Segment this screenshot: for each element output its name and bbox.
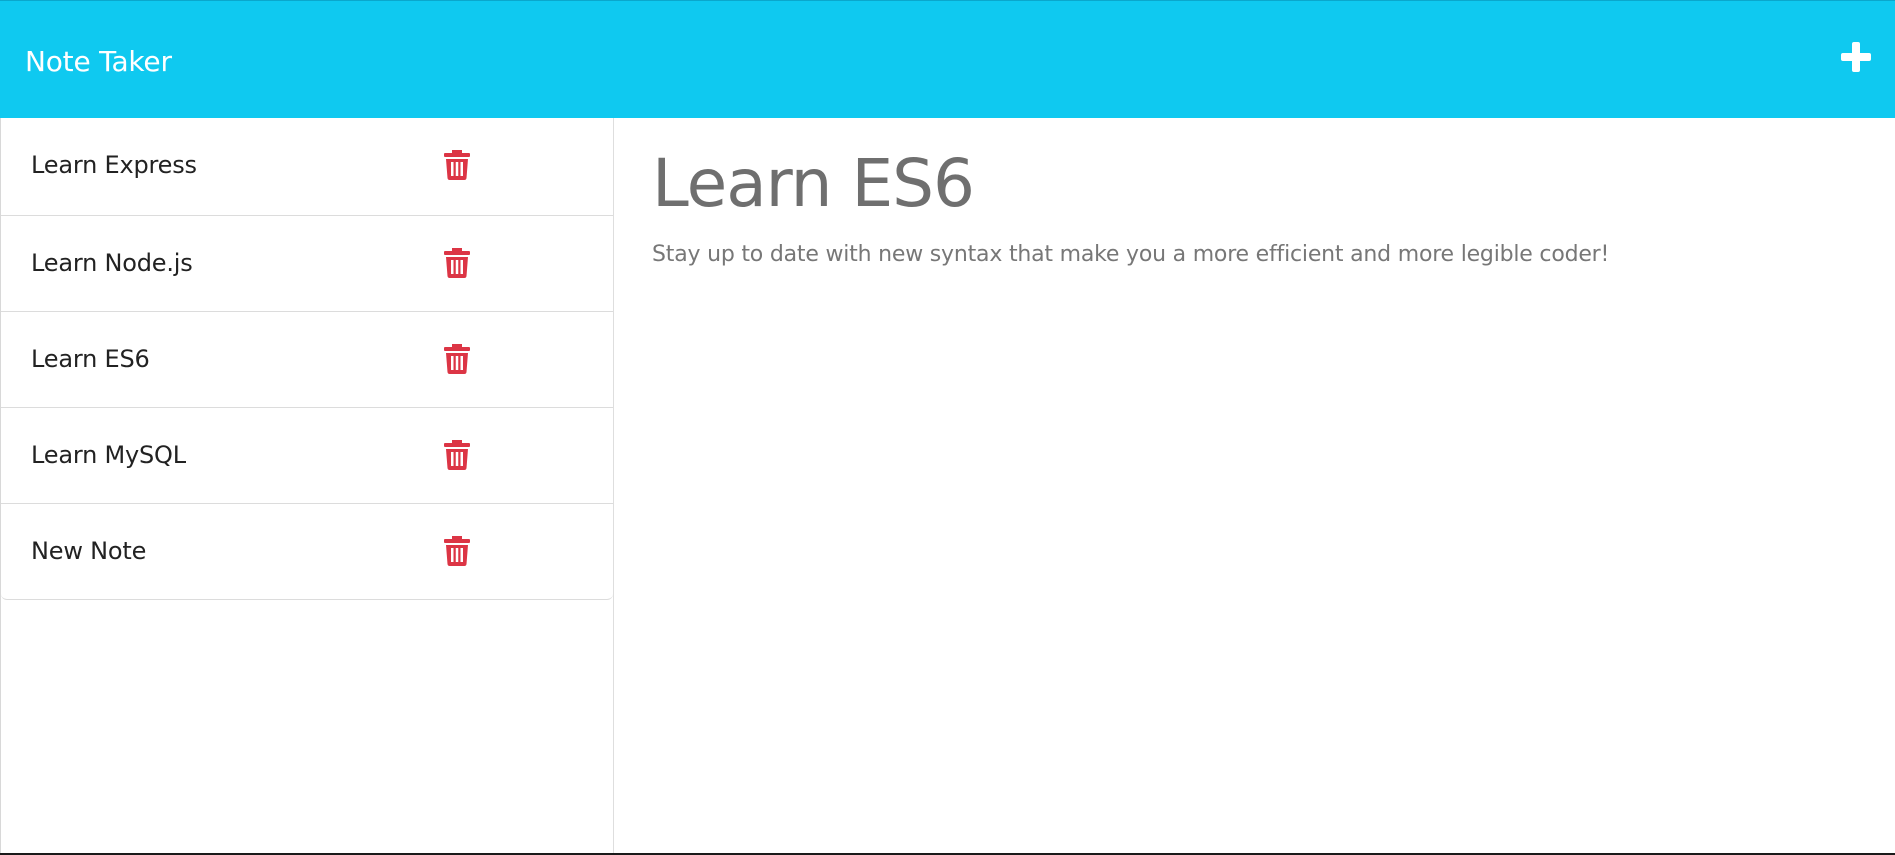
note-item-learn-express[interactable]: Learn Express (1, 118, 613, 215)
note-item-learn-es6[interactable]: Learn ES6 (1, 311, 613, 407)
note-text-area[interactable]: Stay up to date with new syntax that mak… (652, 240, 1852, 800)
note-title-input[interactable] (652, 142, 1852, 226)
note-item-title[interactable]: Learn ES6 (31, 344, 150, 374)
note-item-title[interactable]: Learn Node.js (31, 248, 193, 278)
note-editor: Stay up to date with new syntax that mak… (614, 118, 1895, 855)
app-title[interactable]: Note Taker (25, 45, 172, 79)
note-item-title[interactable]: Learn Express (31, 150, 197, 180)
trash-icon[interactable] (444, 536, 470, 566)
note-item-title[interactable]: New Note (31, 536, 146, 566)
note-item-learn-mysql[interactable]: Learn MySQL (1, 407, 613, 503)
trash-icon[interactable] (444, 440, 470, 470)
trash-icon[interactable] (444, 248, 470, 278)
plus-icon[interactable] (1838, 39, 1874, 75)
note-item-new-note[interactable]: New Note (1, 503, 613, 599)
note-list: Learn Express Learn Node.js Learn ES6 Le… (1, 118, 613, 600)
note-item-learn-nodejs[interactable]: Learn Node.js (1, 215, 613, 311)
navbar: Note Taker (0, 0, 1895, 118)
trash-icon[interactable] (444, 150, 470, 180)
note-list-sidebar: Learn Express Learn Node.js Learn ES6 Le… (0, 118, 614, 855)
note-item-title[interactable]: Learn MySQL (31, 440, 186, 470)
trash-icon[interactable] (444, 344, 470, 374)
